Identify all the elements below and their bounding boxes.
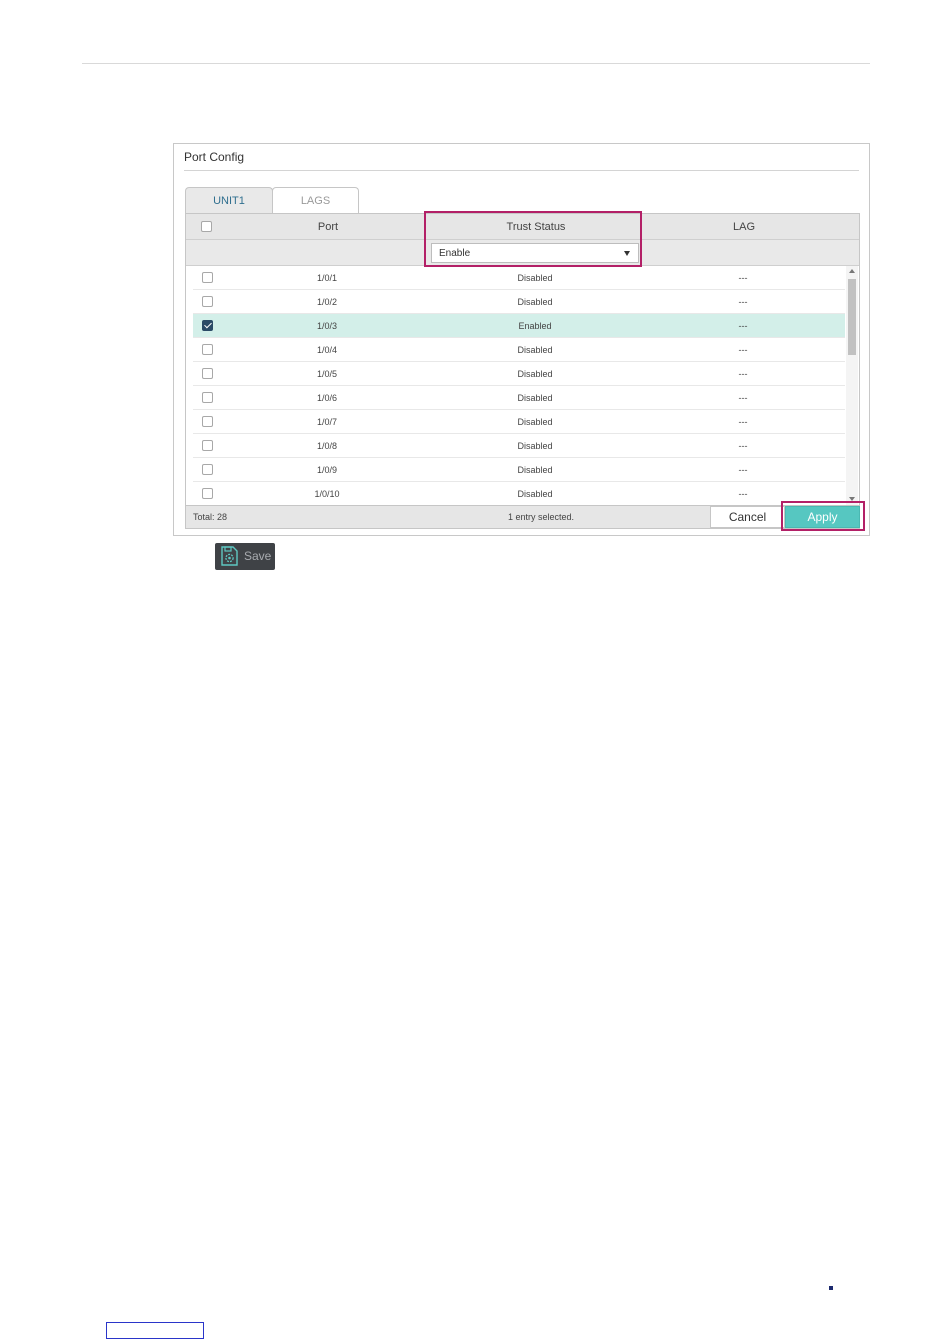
lag-cell: --- <box>738 297 748 307</box>
row-checkbox[interactable] <box>202 320 213 331</box>
table-row[interactable]: 1/0/1 Disabled --- <box>193 266 845 290</box>
tab-unit1[interactable]: UNIT1 <box>185 187 273 214</box>
cancel-button[interactable]: Cancel <box>710 506 785 528</box>
scrollbar-thumb[interactable] <box>848 279 856 355</box>
row-checkbox[interactable] <box>202 416 213 427</box>
trust-status-select[interactable]: Enable <box>431 243 639 263</box>
port-cell: 1/0/7 <box>316 417 338 427</box>
row-checkbox[interactable] <box>202 368 213 379</box>
column-header-lag[interactable]: LAG <box>664 221 824 233</box>
scroll-down-arrow-icon[interactable] <box>849 497 855 501</box>
scroll-up-arrow-icon[interactable] <box>849 269 855 273</box>
lag-cell: --- <box>738 321 748 331</box>
table-row[interactable]: 1/0/4 Disabled --- <box>193 338 845 362</box>
table-row[interactable]: 1/0/3 Enabled --- <box>193 314 845 338</box>
row-checkbox[interactable] <box>202 272 213 283</box>
lag-cell: --- <box>738 369 748 379</box>
port-cell: 1/0/1 <box>316 273 338 283</box>
row-checkbox[interactable] <box>202 392 213 403</box>
trust-status-cell: Disabled <box>517 393 553 403</box>
trust-status-cell: Disabled <box>517 441 553 451</box>
panel-title: Port Config <box>184 150 245 164</box>
save-button[interactable]: Save <box>215 543 275 570</box>
table-body: 1/0/1 Disabled --- 1/0/2 Disabled --- 1/0/3 Ena… <box>193 266 845 505</box>
table-row[interactable]: 1/0/9 Disabled --- <box>193 458 845 482</box>
total-count: Total: 28 <box>193 512 228 522</box>
trust-status-cell: Disabled <box>517 345 553 355</box>
link-outline-box[interactable] <box>106 1322 204 1339</box>
lag-cell: --- <box>738 393 748 403</box>
table-row[interactable]: 1/0/10 Disabled --- <box>193 482 845 505</box>
save-gear-icon <box>221 546 238 566</box>
trust-status-cell: Disabled <box>517 489 553 499</box>
row-checkbox[interactable] <box>202 464 213 475</box>
port-cell: 1/0/5 <box>316 369 338 379</box>
port-table: Port Trust Status LAG Enable 1/0/1 Disabl… <box>185 213 860 506</box>
table-row[interactable]: 1/0/8 Disabled --- <box>193 434 845 458</box>
trust-status-cell: Enabled <box>518 321 552 331</box>
table-row[interactable]: 1/0/2 Disabled --- <box>193 290 845 314</box>
port-cell: 1/0/3 <box>316 321 338 331</box>
port-config-panel: Port Config UNIT1 LAGS Port Trust Status… <box>173 143 870 536</box>
lag-cell: --- <box>738 441 748 451</box>
port-cell: 1/0/4 <box>316 345 338 355</box>
row-checkbox[interactable] <box>202 440 213 451</box>
page-marker <box>829 1286 833 1290</box>
vertical-scrollbar[interactable] <box>846 266 858 505</box>
select-all-checkbox[interactable] <box>201 221 212 232</box>
table-row[interactable]: 1/0/7 Disabled --- <box>193 410 845 434</box>
trust-status-cell: Disabled <box>517 273 553 283</box>
trust-status-cell: Disabled <box>517 417 553 427</box>
row-checkbox[interactable] <box>202 488 213 499</box>
lag-cell: --- <box>738 489 748 499</box>
table-header: Port Trust Status LAG <box>186 214 859 240</box>
port-cell: 1/0/6 <box>316 393 338 403</box>
column-header-port[interactable]: Port <box>248 221 408 233</box>
table-footer: Total: 28 1 entry selected. Cancel Apply <box>185 506 860 529</box>
trust-status-cell: Disabled <box>517 465 553 475</box>
lag-cell: --- <box>738 273 748 283</box>
tab-lags[interactable]: LAGS <box>272 187 359 214</box>
port-cell: 1/0/9 <box>316 465 338 475</box>
port-cell: 1/0/8 <box>316 441 338 451</box>
port-cell: 1/0/2 <box>316 297 338 307</box>
tab-bar: UNIT1 LAGS <box>185 187 359 214</box>
table-row[interactable]: 1/0/6 Disabled --- <box>193 386 845 410</box>
trust-status-cell: Disabled <box>517 369 553 379</box>
trust-status-select-value: Enable <box>439 247 471 259</box>
lag-cell: --- <box>738 345 748 355</box>
panel-divider <box>184 170 859 171</box>
lag-cell: --- <box>738 465 748 475</box>
trust-status-cell: Disabled <box>517 297 553 307</box>
lag-cell: --- <box>738 417 748 427</box>
column-header-trust-status[interactable]: Trust Status <box>456 221 616 233</box>
row-checkbox[interactable] <box>202 296 213 307</box>
top-divider <box>82 63 870 64</box>
chevron-down-icon <box>624 251 630 256</box>
table-row[interactable]: 1/0/5 Disabled --- <box>193 362 845 386</box>
apply-button[interactable]: Apply <box>785 506 860 528</box>
selection-count: 1 entry selected. <box>508 512 575 522</box>
save-button-label: Save <box>244 549 272 563</box>
row-checkbox[interactable] <box>202 344 213 355</box>
port-cell: 1/0/10 <box>314 489 340 499</box>
